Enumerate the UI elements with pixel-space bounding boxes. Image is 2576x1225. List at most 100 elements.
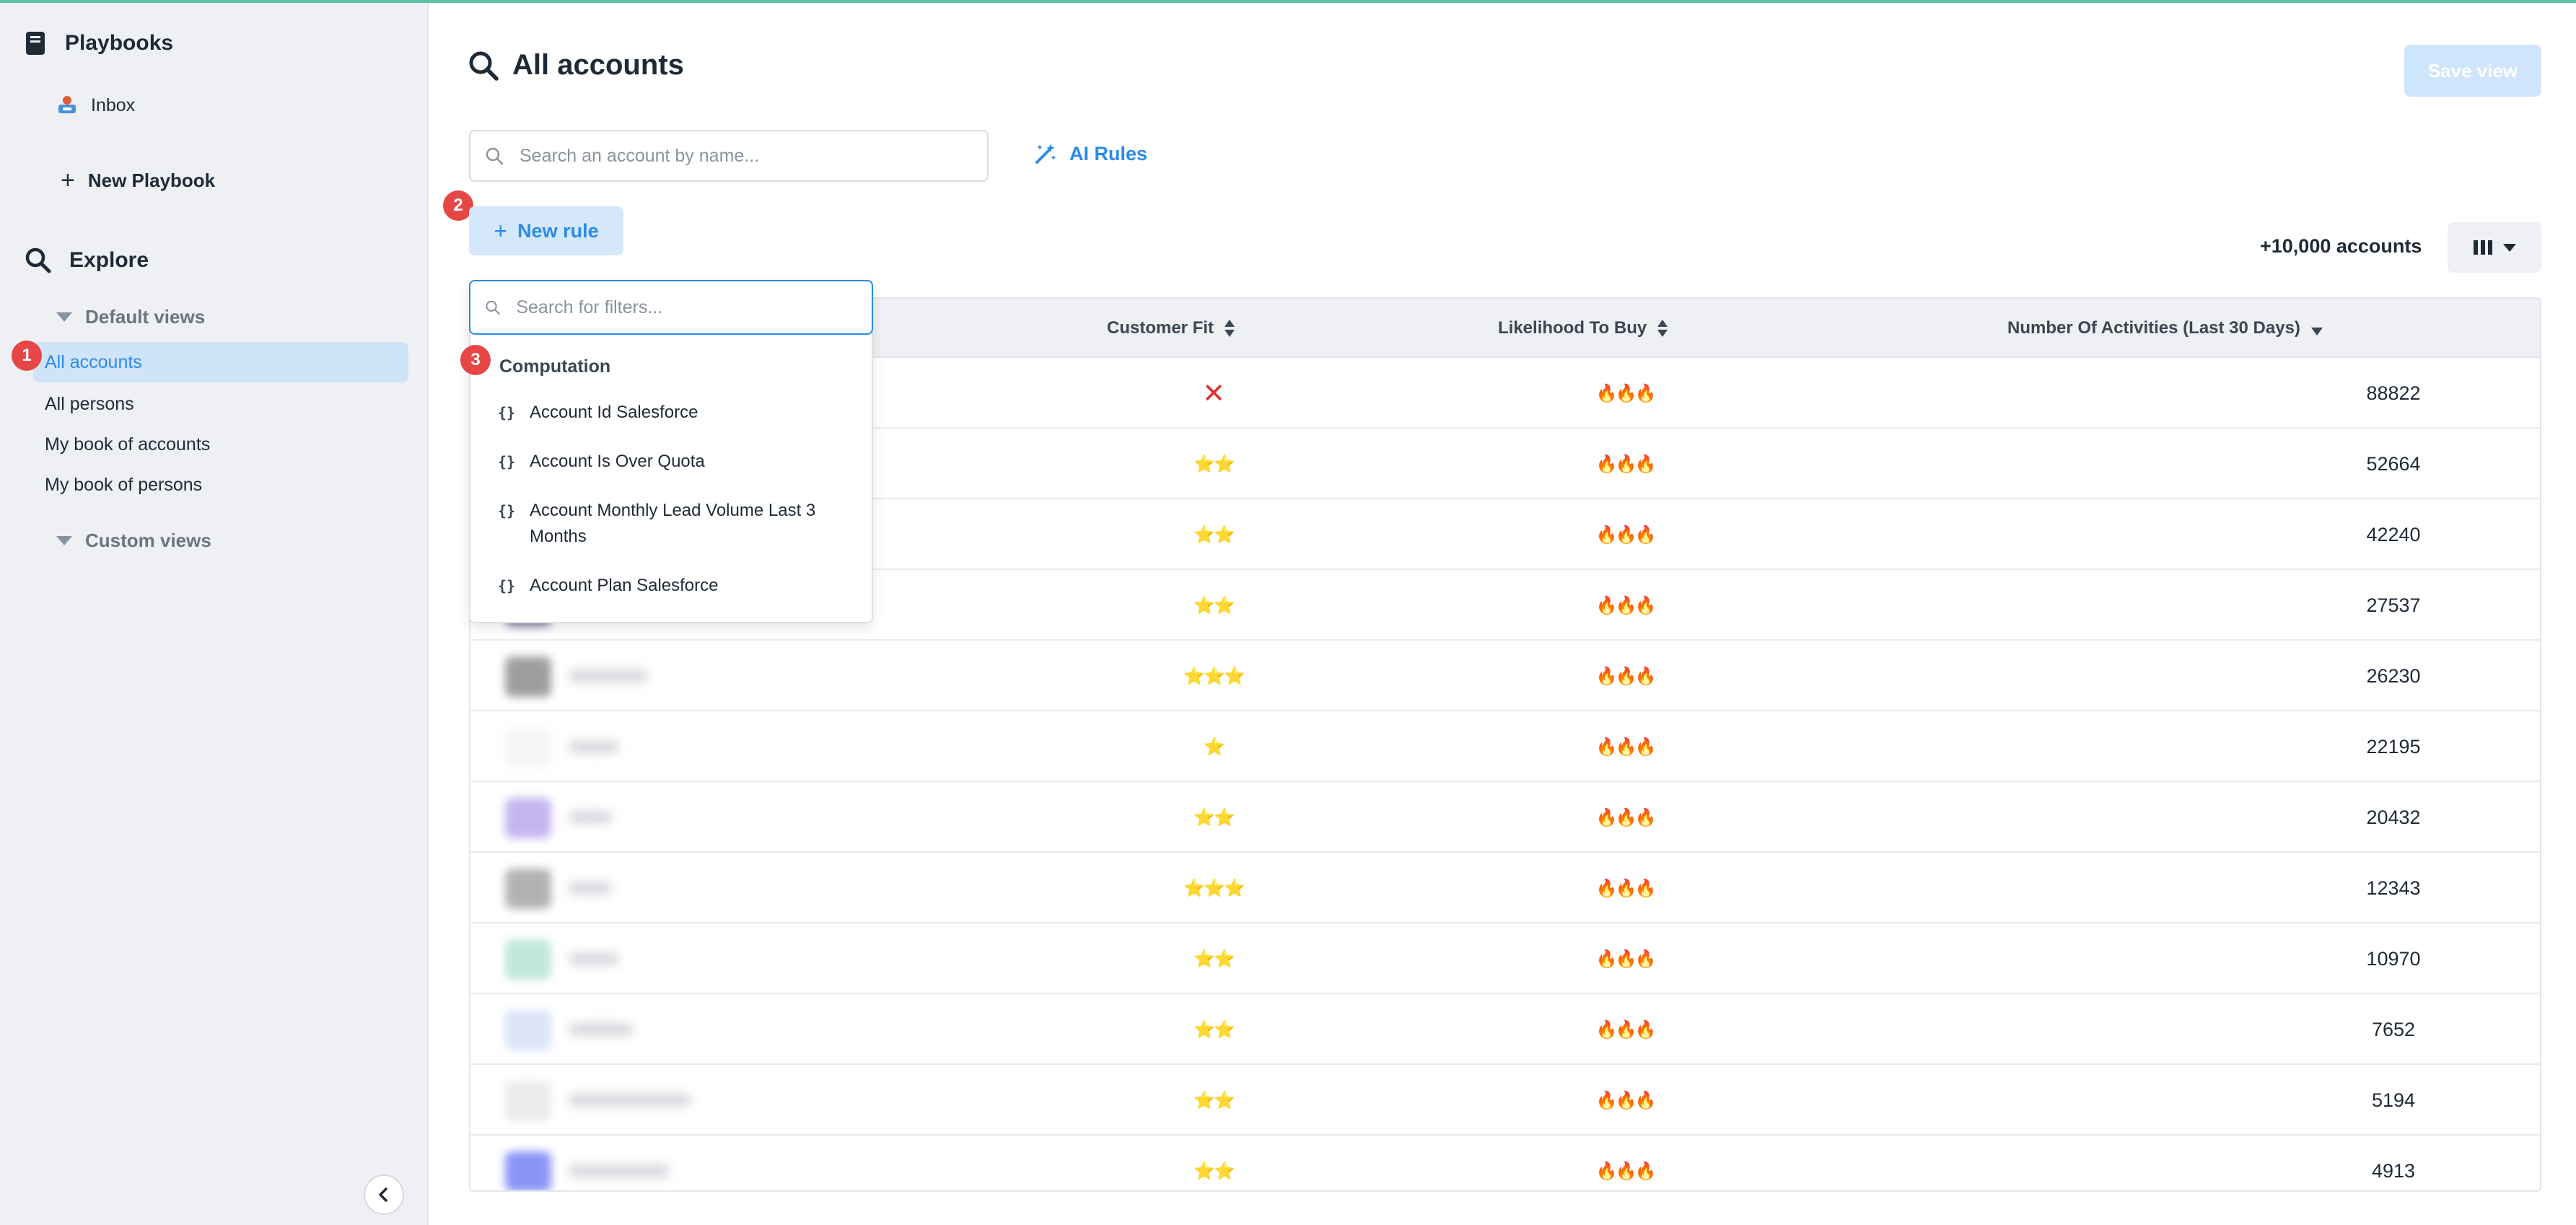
search-icon — [25, 247, 51, 273]
save-view-button[interactable]: Save view — [2404, 45, 2541, 97]
table-row[interactable]: ⭐⭐ 🔥🔥🔥 4913 — [470, 1136, 2540, 1190]
account-logo — [505, 869, 551, 909]
account-search-input[interactable] — [520, 145, 952, 167]
sidebar-item-label: All persons — [45, 393, 134, 414]
search-icon — [469, 51, 499, 81]
account-name-redacted — [569, 882, 612, 895]
filter-option-label: Account Monthly Lead Volume Last 3 Month… — [530, 501, 816, 546]
table-row[interactable]: ⭐⭐ 🔥🔥🔥 20432 — [470, 782, 2540, 853]
likelihood-cell: 🔥🔥🔥 — [1595, 1090, 1657, 1110]
column-header-customer-fit[interactable]: Customer Fit — [1107, 299, 1235, 358]
account-name-redacted — [569, 811, 612, 824]
playbooks-section[interactable]: Playbooks — [25, 30, 173, 56]
table-row[interactable]: ⭐⭐ 🔥🔥🔥 5194 — [470, 1065, 2540, 1136]
caret-down-icon — [56, 312, 72, 322]
customer-fit-cell: ⭐⭐ — [1193, 1019, 1235, 1040]
customer-fit-cell: ⭐ — [1204, 737, 1225, 757]
custom-views-toggle[interactable]: Custom views — [56, 530, 211, 552]
default-views-toggle[interactable]: Default views — [56, 306, 205, 328]
sidebar-item-label: My book of persons — [45, 474, 203, 495]
table-row[interactable]: ⭐ 🔥🔥🔥 22195 — [470, 711, 2540, 782]
activities-cell: 5194 — [2371, 1089, 2416, 1111]
filter-option[interactable]: {} Account Monthly Lead Volume Last 3 Mo… — [498, 498, 859, 550]
sidebar-item-inbox-label: Inbox — [91, 95, 136, 115]
likelihood-cell: 🔥🔥🔥 — [1595, 454, 1657, 474]
table-row[interactable]: ⭐⭐⭐ 🔥🔥🔥 12343 — [470, 853, 2540, 923]
account-logo — [505, 727, 551, 768]
activities-cell: 7652 — [2371, 1018, 2416, 1040]
new-rule-button[interactable]: + New rule — [469, 206, 623, 255]
ai-rules-label: AI Rules — [1069, 142, 1148, 164]
table-row[interactable]: ⭐⭐⭐ 🔥🔥🔥 26230 — [470, 641, 2540, 711]
customer-fit-cell: ⭐⭐ — [1193, 1161, 1235, 1181]
activities-cell: 10970 — [2366, 947, 2421, 970]
columns-menu-button[interactable] — [2448, 222, 2541, 273]
caret-down-icon — [2503, 243, 2516, 252]
sidebar-item-label: My book of accounts — [45, 434, 211, 455]
caret-down-icon — [56, 536, 72, 545]
account-name-redacted — [569, 740, 619, 753]
sidebar-item-all-persons[interactable]: All persons — [45, 384, 134, 424]
sidebar-item-my-book-of-persons[interactable]: My book of persons — [45, 465, 202, 505]
filter-option[interactable]: {} Account Plan Salesforce — [498, 573, 859, 599]
columns-icon — [2474, 240, 2492, 255]
sidebar-item-label: All accounts — [45, 351, 142, 372]
customer-fit-cell: ⭐⭐ — [1193, 1090, 1235, 1110]
new-playbook-label: New Playbook — [87, 169, 216, 191]
activities-cell: 88822 — [2366, 382, 2421, 404]
customer-fit-cell: ⭐⭐ — [1193, 454, 1235, 474]
filter-option-label: Account Plan Salesforce — [530, 576, 719, 595]
inbox-icon — [58, 96, 76, 113]
customer-fit-cell: ⭐⭐ — [1193, 524, 1235, 545]
filter-option[interactable]: {} Account Is Over Quota — [498, 449, 859, 475]
account-logo — [505, 1010, 551, 1050]
playbooks-title: Playbooks — [65, 31, 174, 55]
ai-rules-button[interactable]: AI Rules — [1033, 141, 1147, 166]
customer-fit-cell: ⭐⭐ — [1193, 949, 1235, 969]
default-views-label: Default views — [85, 306, 206, 328]
filter-search-input[interactable] — [516, 297, 872, 318]
table-row[interactable]: ⭐⭐ 🔥🔥🔥 10970 — [470, 923, 2540, 994]
activities-cell: 42240 — [2366, 523, 2421, 545]
book-icon — [26, 32, 45, 55]
sort-desc-icon[interactable] — [2310, 326, 2323, 336]
likelihood-cell: 🔥🔥🔥 — [1595, 1019, 1657, 1040]
sort-icon[interactable] — [1224, 319, 1235, 338]
step-badge-1: 1 — [12, 341, 42, 371]
account-name-redacted — [569, 669, 648, 682]
braces-icon: {} — [498, 453, 516, 470]
filter-option-label: Account Is Over Quota — [530, 452, 705, 471]
filter-option-label: Account Id Salesforce — [530, 403, 698, 422]
account-name-redacted — [569, 1023, 634, 1036]
sidebar-item-all-accounts[interactable]: All accounts — [33, 342, 408, 382]
activities-cell: 12343 — [2366, 877, 2421, 899]
sort-icon[interactable] — [1657, 319, 1668, 338]
likelihood-cell: 🔥🔥🔥 — [1595, 383, 1657, 403]
activities-cell: 20432 — [2366, 806, 2421, 828]
table-row[interactable]: ⭐⭐ 🔥🔥🔥 7652 — [470, 994, 2540, 1065]
likelihood-cell: 🔥🔥🔥 — [1595, 807, 1657, 827]
account-search[interactable] — [469, 130, 989, 182]
new-playbook-button[interactable]: + New Playbook — [61, 160, 215, 201]
explore-section[interactable]: Explore — [25, 247, 149, 274]
likelihood-cell: 🔥🔥🔥 — [1595, 949, 1657, 969]
filter-option[interactable]: {} Account Id Salesforce — [498, 400, 859, 426]
filter-search[interactable] — [469, 280, 873, 335]
activities-cell: 26230 — [2366, 664, 2421, 687]
column-header-likelihood-to-buy[interactable]: Likelihood To Buy — [1498, 299, 1668, 358]
sidebar-item-my-book-of-accounts[interactable]: My book of accounts — [45, 424, 210, 465]
customer-fit-cell: ⭐⭐ — [1193, 595, 1235, 615]
plus-icon: + — [61, 166, 75, 194]
sidebar-item-inbox[interactable]: Inbox — [56, 85, 135, 126]
customer-fit-cell: ⭐⭐ — [1193, 807, 1235, 827]
account-name-redacted — [569, 1094, 691, 1107]
collapse-sidebar-button[interactable] — [364, 1174, 404, 1215]
braces-icon: {} — [498, 502, 516, 519]
page-title: All accounts — [468, 49, 684, 82]
account-logo — [505, 939, 551, 980]
column-header-number-of-activities[interactable]: Number Of Activities (Last 30 Days) — [2007, 299, 2323, 358]
activities-cell: 27537 — [2366, 594, 2421, 616]
plus-icon: + — [494, 217, 508, 244]
account-logo — [505, 1081, 551, 1121]
likelihood-cell: 🔥🔥🔥 — [1595, 595, 1657, 615]
